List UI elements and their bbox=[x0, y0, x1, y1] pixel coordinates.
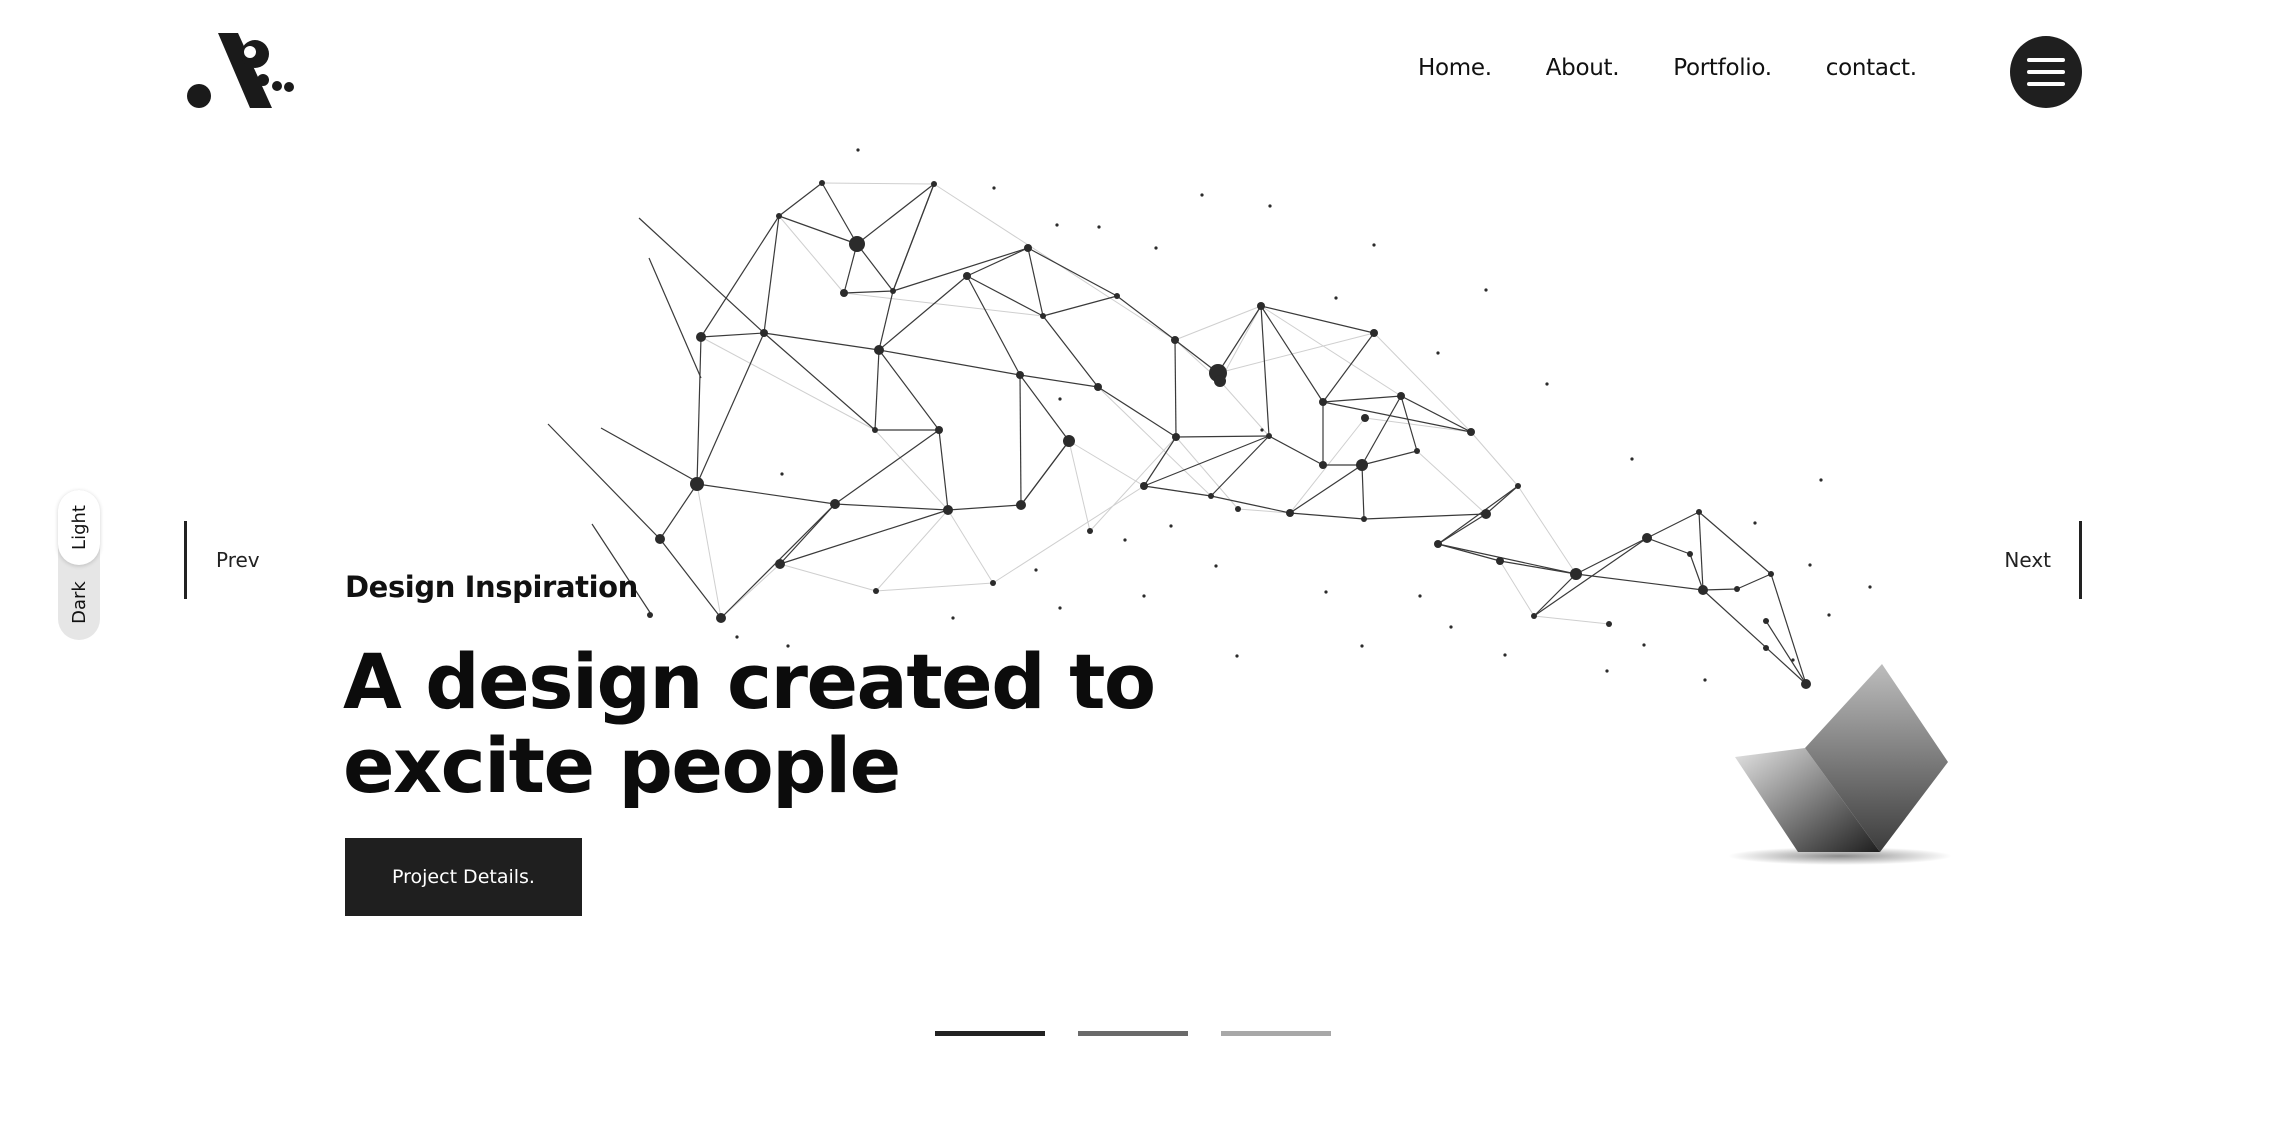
next-bar bbox=[2079, 521, 2082, 599]
network-illustration bbox=[547, 148, 1952, 865]
next-button[interactable]: Next bbox=[2004, 521, 2082, 599]
prev-label: Prev bbox=[216, 548, 260, 572]
theme-light-option[interactable]: Light bbox=[58, 490, 100, 565]
theme-toggle[interactable]: Light Dark bbox=[58, 490, 100, 640]
theme-dark-option[interactable]: Dark bbox=[58, 565, 100, 640]
logo-mark-icon[interactable] bbox=[184, 30, 304, 112]
pagination-dot-1[interactable] bbox=[935, 1031, 1045, 1036]
nav-home-link[interactable]: Home. bbox=[1418, 55, 1492, 81]
nav-portfolio-link[interactable]: Portfolio. bbox=[1673, 55, 1772, 81]
hero-headline: A design created to excite people bbox=[343, 637, 1156, 810]
hero-eyebrow: Design Inspiration bbox=[345, 570, 638, 604]
hamburger-icon[interactable] bbox=[2010, 36, 2082, 108]
nav-contact-link[interactable]: contact. bbox=[1826, 55, 1917, 81]
pagination-dot-3[interactable] bbox=[1221, 1031, 1331, 1036]
pagination-dot-2[interactable] bbox=[1078, 1031, 1188, 1036]
slide-pagination bbox=[935, 1031, 1331, 1036]
cube-shape bbox=[1728, 664, 1952, 865]
main-nav: Home. About. Portfolio. contact. bbox=[1418, 55, 1917, 81]
nav-about-link[interactable]: About. bbox=[1546, 55, 1620, 81]
prev-bar bbox=[184, 521, 187, 599]
project-details-button[interactable]: Project Details. bbox=[345, 838, 582, 916]
next-label: Next bbox=[2004, 548, 2051, 572]
prev-button[interactable]: Prev bbox=[184, 521, 260, 599]
